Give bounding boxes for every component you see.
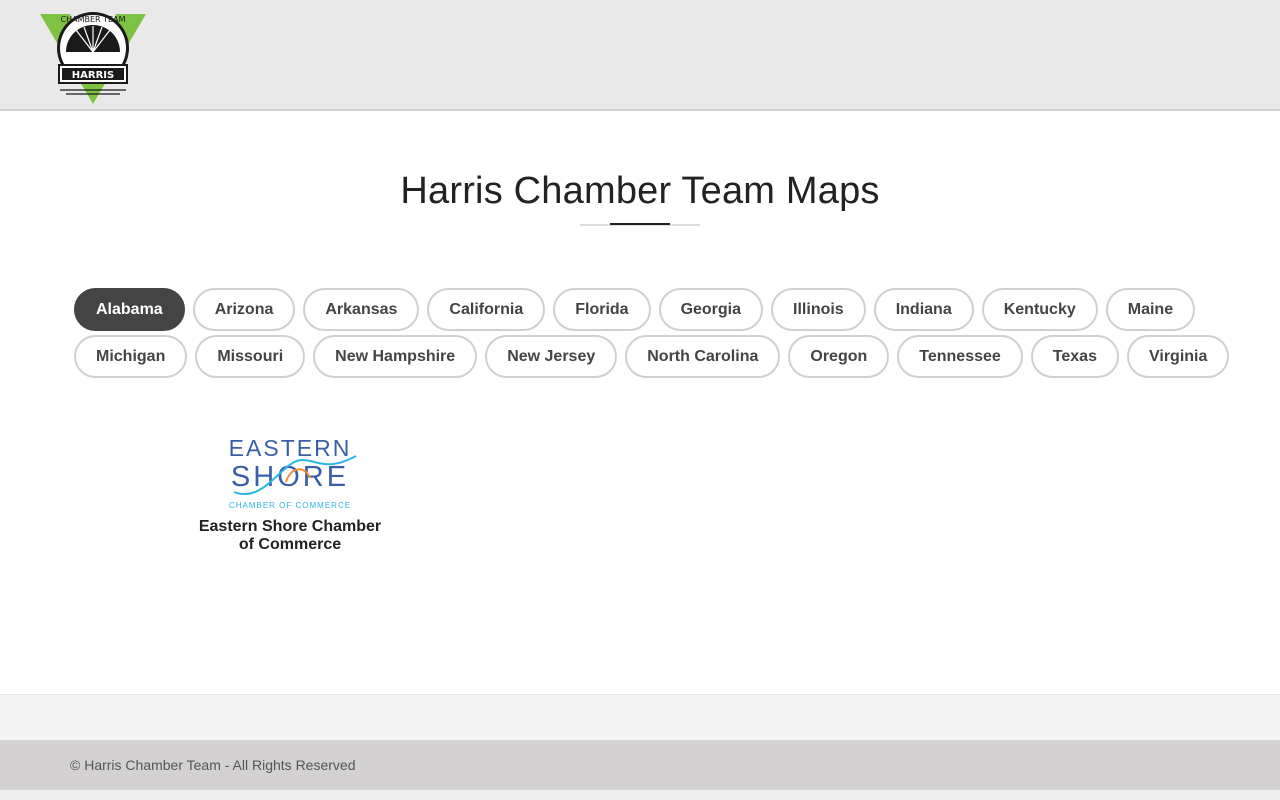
filter-florida[interactable]: Florida bbox=[553, 288, 651, 331]
filter-arizona[interactable]: Arizona bbox=[192, 288, 296, 331]
logo-bottom-text: HARRIS bbox=[72, 70, 114, 81]
chamber-card[interactable]: EASTERN SHORE CHAMBER OF COMMERCE Easter… bbox=[190, 432, 390, 554]
filter-texas[interactable]: Texas bbox=[1030, 335, 1119, 378]
site-footer: © Harris Chamber Team - All Rights Reser… bbox=[0, 740, 1280, 790]
filter-oregon[interactable]: Oregon bbox=[788, 335, 890, 378]
filter-new-jersey[interactable]: New Jersey bbox=[485, 335, 618, 378]
filter-michigan[interactable]: Michigan bbox=[74, 335, 188, 378]
eastern-shore-logo-icon[interactable]: EASTERN SHORE CHAMBER OF COMMERCE bbox=[220, 432, 360, 512]
page-title: Harris Chamber Team Maps bbox=[400, 170, 880, 212]
filter-tennessee[interactable]: Tennessee bbox=[897, 335, 1023, 378]
filter-arkansas[interactable]: Arkansas bbox=[303, 288, 420, 331]
filter-illinois[interactable]: Illinois bbox=[771, 288, 866, 331]
logo-top-text: CHAMBER TEAM bbox=[61, 15, 126, 24]
filter-alabama[interactable]: Alabama bbox=[74, 288, 185, 331]
title-divider bbox=[580, 223, 700, 226]
filter-row-2: Michigan Missouri New Hampshire New Jers… bbox=[74, 335, 1230, 378]
chamber-card-name[interactable]: Eastern Shore Chamber of Commerce bbox=[190, 518, 390, 554]
site-header: CHAMBER TEAM HARRIS bbox=[0, 0, 1280, 111]
harris-logo-icon[interactable]: CHAMBER TEAM HARRIS bbox=[38, 8, 148, 106]
filter-virginia[interactable]: Virginia bbox=[1126, 335, 1230, 378]
es-logo-line1: EASTERN bbox=[229, 435, 352, 461]
page-bottom-edge bbox=[0, 790, 1280, 800]
filter-missouri[interactable]: Missouri bbox=[195, 335, 306, 378]
filter-maine[interactable]: Maine bbox=[1105, 288, 1196, 331]
es-logo-line3: CHAMBER OF COMMERCE bbox=[229, 501, 351, 510]
filter-kentucky[interactable]: Kentucky bbox=[981, 288, 1098, 331]
filter-georgia[interactable]: Georgia bbox=[658, 288, 764, 331]
filter-california[interactable]: California bbox=[427, 288, 546, 331]
filter-new-hampshire[interactable]: New Hampshire bbox=[313, 335, 478, 378]
pre-footer-band bbox=[0, 694, 1280, 740]
filter-row-1: Alabama Arizona Arkansas California Flor… bbox=[74, 288, 1214, 331]
footer-copyright: © Harris Chamber Team - All Rights Reser… bbox=[70, 757, 356, 773]
state-filter-bar: Alabama Arizona Arkansas California Flor… bbox=[74, 288, 1230, 382]
filter-indiana[interactable]: Indiana bbox=[873, 288, 974, 331]
filter-north-carolina[interactable]: North Carolina bbox=[625, 335, 781, 378]
